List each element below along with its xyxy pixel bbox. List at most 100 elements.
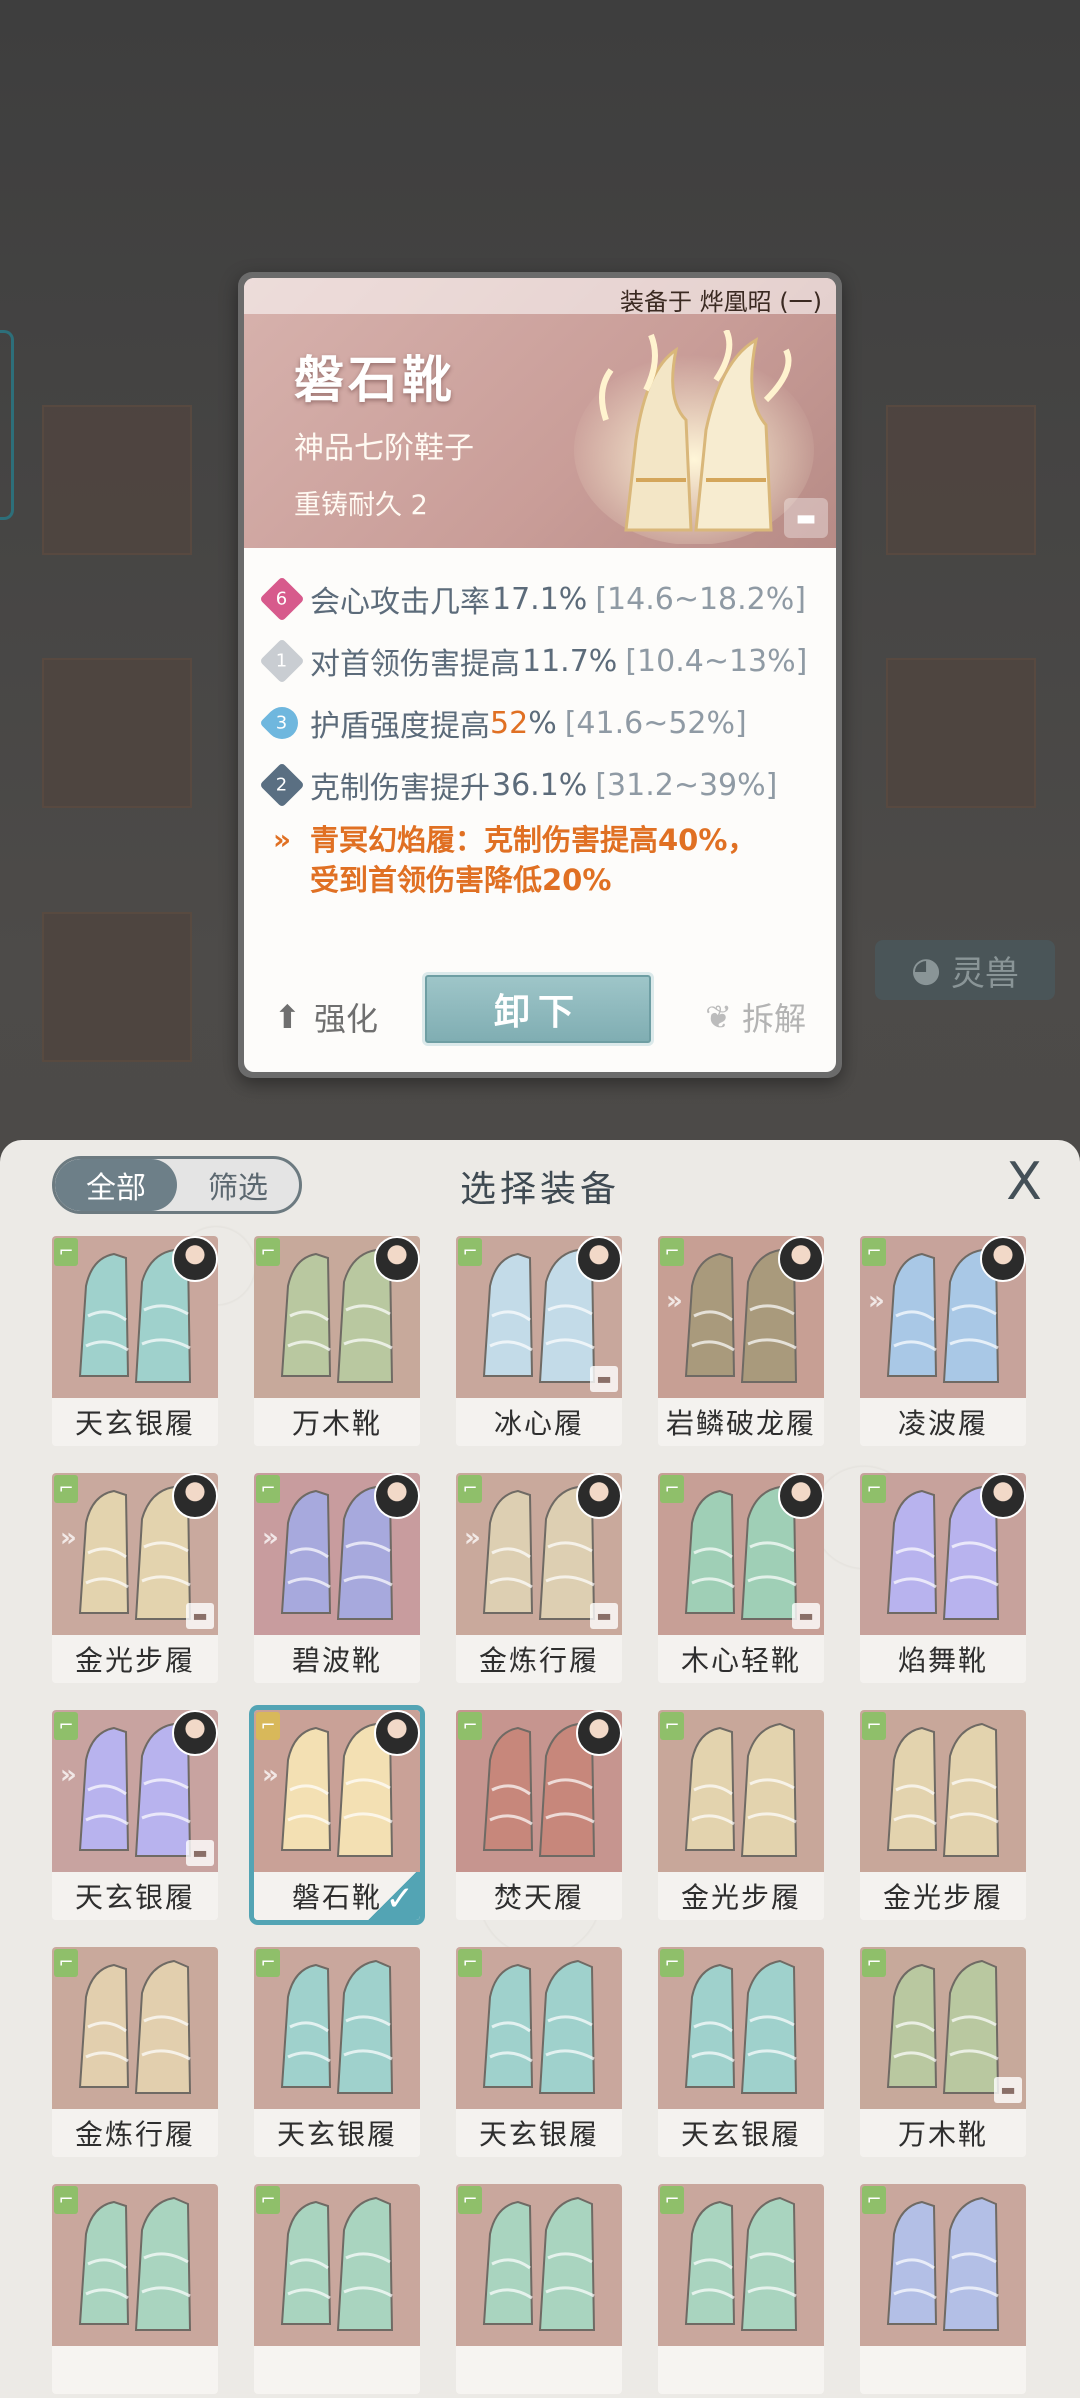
boot-slot-icon: ⌐ [256, 1238, 280, 1266]
dismantle-button[interactable]: ❦ 拆解 [705, 994, 806, 1040]
boot-slot-icon: ⌐ [54, 1949, 78, 1977]
set-icon: » [262, 1523, 279, 1553]
detail-actions: ⬆ 强化 卸下 ❦ 拆解 [244, 962, 836, 1072]
stat-level-badge: 2 [259, 762, 305, 808]
close-icon[interactable]: X [996, 1154, 1052, 1210]
feather-icon: ❦ [705, 998, 732, 1036]
equipment-name: 木心轻靴 [658, 1635, 824, 1683]
boot-slot-icon: ⌐ [862, 1475, 886, 1503]
owner-avatar [374, 1236, 420, 1282]
equipped-on-label: 装备于 烨凰昭 (一) [620, 288, 822, 316]
set-bonus-line: 青冥幻焰履：克制伤害提高40%， [310, 823, 757, 857]
rebuild-icon: ▬ [590, 1603, 618, 1629]
equipment-cell[interactable]: ⌐ [860, 2184, 1026, 2394]
enhance-button[interactable]: ⬆ 强化 [274, 994, 378, 1040]
equipment-name: 岩鳞破龙履 [658, 1398, 824, 1446]
item-name: 磐石靴 [294, 351, 456, 409]
item-grade: 神品七阶鞋子 [294, 431, 474, 466]
owner-avatar [778, 1473, 824, 1519]
stat-level-badge: 3 [259, 700, 305, 746]
rebuild-icon[interactable]: ▬ [784, 498, 828, 538]
equipment-cell[interactable]: ⌐ » ▬ 金炼行履 [456, 1473, 622, 1683]
equipment-name: 金炼行履 [456, 1635, 622, 1683]
equipment-cell[interactable]: ⌐ [52, 2184, 218, 2394]
equipment-cell[interactable]: ⌐ [254, 2184, 420, 2394]
side-tab [0, 330, 14, 520]
equipment-cell[interactable]: ⌐ 金光步履 [860, 1710, 1026, 1920]
boot-slot-icon: ⌐ [458, 1475, 482, 1503]
equipment-name: 万木靴 [860, 2109, 1026, 2157]
equipment-name: 天玄银履 [52, 1398, 218, 1446]
equipment-name: 金炼行履 [52, 2109, 218, 2157]
boot-slot-icon: ⌐ [256, 1949, 280, 1977]
equipment-name: 碧波靴 [254, 1635, 420, 1683]
owner-avatar [172, 1710, 218, 1756]
equipment-cell[interactable]: ⌐ 焰舞靴 [860, 1473, 1026, 1683]
rebuild-icon: ▬ [186, 1603, 214, 1629]
stat-row: 1 对首领伤害提高 11.7% [10.4~13%] [259, 630, 826, 692]
bg-equip-slot [42, 658, 192, 808]
boot-slot-icon: ⌐ [660, 1949, 684, 1977]
set-bonus: » 青冥幻焰履：克制伤害提高40%， 受到首领伤害降低20% [266, 820, 826, 900]
bg-equip-slot [886, 405, 1036, 555]
boot-slot-icon: ⌐ [54, 1712, 78, 1740]
paw-icon: ◕ [911, 950, 941, 990]
boot-slot-icon: ⌐ [660, 1712, 684, 1740]
equipment-cell[interactable]: ⌐ ▬ 木心轻靴 [658, 1473, 824, 1683]
equipment-name: 金光步履 [860, 1872, 1026, 1920]
equipment-cell[interactable]: ⌐ 天玄银履 [254, 1947, 420, 2157]
equipment-cell[interactable]: ⌐ 天玄银履 [456, 1947, 622, 2157]
equipment-name: 金光步履 [658, 1872, 824, 1920]
equipment-cell[interactable]: ⌐ [658, 2184, 824, 2394]
rebuild-icon: ▬ [590, 1366, 618, 1392]
owner-avatar [374, 1473, 420, 1519]
equipment-cell[interactable]: ⌐ 焚天履 [456, 1710, 622, 1920]
equipment-name: 天玄银履 [658, 2109, 824, 2157]
equipment-cell[interactable]: ⌐ » 碧波靴 [254, 1473, 420, 1683]
unequip-button[interactable]: 卸下 [422, 972, 654, 1046]
owner-avatar [374, 1710, 420, 1756]
equipment-cell[interactable]: ⌐ 天玄银履 [658, 1947, 824, 2157]
bg-equip-slot [886, 658, 1036, 808]
equipment-cell[interactable]: ⌐ » 岩鳞破龙履 [658, 1236, 824, 1446]
equipment-cell[interactable]: ⌐ 金炼行履 [52, 1947, 218, 2157]
check-icon: ✓ [364, 1872, 420, 1920]
equipment-cell[interactable]: ⌐ 万木靴 [254, 1236, 420, 1446]
boot-slot-icon: ⌐ [256, 2186, 280, 2214]
boot-slot-icon: ⌐ [660, 1238, 684, 1266]
set-icon: » [868, 1286, 885, 1316]
equipment-cell[interactable]: ⌐ » ▬ 天玄银履 [52, 1710, 218, 1920]
arrow-up-icon: ⬆ [274, 998, 301, 1036]
item-durability: 重铸耐久 2 [294, 490, 428, 521]
equipment-cell[interactable]: ⌐ » 凌波履 [860, 1236, 1026, 1446]
stat-row: 6 会心攻击几率 17.1% [14.6~18.2%] [259, 568, 826, 630]
set-icon: » [60, 1760, 77, 1790]
equipment-select-panel: 全部 筛选 选择装备 X ⌐ 天玄银履 ⌐ 万木靴 ⌐ ▬ 冰心履 ⌐» 岩鳞破龙履 ⌐» 凌波履 ⌐… [0, 1140, 1080, 2398]
owner-avatar [576, 1710, 622, 1756]
set-icon: » [272, 823, 292, 856]
equipment-cell[interactable]: ⌐ 天玄银履 [52, 1236, 218, 1446]
boot-slot-icon: ⌐ [862, 1238, 886, 1266]
boot-slot-icon: ⌐ [256, 1475, 280, 1503]
boot-slot-icon: ⌐ [458, 1712, 482, 1740]
pet-button: ◕ 灵兽 [875, 940, 1055, 1000]
equipment-name: 万木靴 [254, 1398, 420, 1446]
equipment-name: 凌波履 [860, 1398, 1026, 1446]
equipment-name: 焰舞靴 [860, 1635, 1026, 1683]
equipment-cell[interactable]: ⌐» 磐石靴 ✓ [254, 1710, 420, 1920]
equipment-name: 天玄银履 [456, 2109, 622, 2157]
boot-slot-icon: ⌐ [458, 2186, 482, 2214]
boot-slot-icon: ⌐ [660, 2186, 684, 2214]
boot-slot-icon: ⌐ [862, 2186, 886, 2214]
stat-row: 2 克制伤害提升 36.1% [31.2~39%] [259, 754, 826, 816]
boot-slot-icon: ⌐ [458, 1949, 482, 1977]
equipment-cell[interactable]: ⌐ ▬ 冰心履 [456, 1236, 622, 1446]
boot-slot-icon: ⌐ [54, 2186, 78, 2214]
equipment-cell[interactable]: ⌐ ▬ 万木靴 [860, 1947, 1026, 2157]
equipment-cell[interactable]: ⌐ [456, 2184, 622, 2394]
equipment-cell[interactable]: ⌐ » ▬ 金光步履 [52, 1473, 218, 1683]
equipment-cell[interactable]: ⌐ 金光步履 [658, 1710, 824, 1920]
set-icon: » [464, 1523, 481, 1553]
bg-equip-slot [42, 405, 192, 555]
stats-list: 6 会心攻击几率 17.1% [14.6~18.2%] 1 对首领伤害提高 11… [259, 568, 826, 900]
